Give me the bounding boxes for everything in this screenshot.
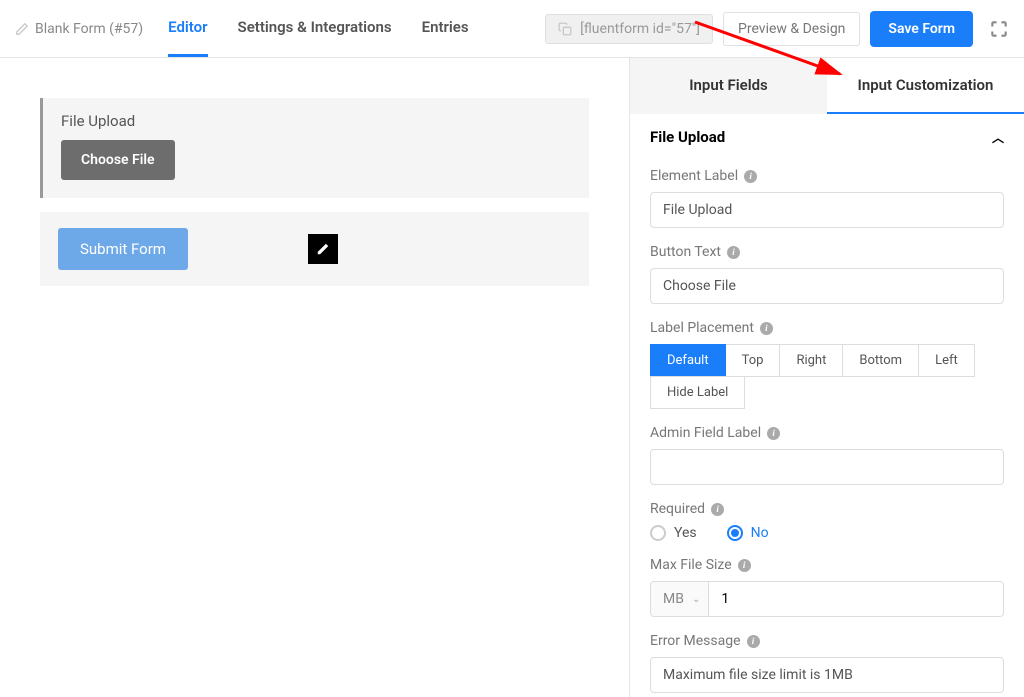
choose-file-button[interactable]: Choose File: [61, 140, 175, 180]
shortcode-text: [fluentform id="57"]: [580, 21, 700, 37]
shortcode-box[interactable]: [fluentform id="57"]: [545, 14, 713, 44]
placement-default[interactable]: Default: [650, 344, 726, 377]
info-icon[interactable]: i: [727, 246, 740, 259]
fullscreen-icon[interactable]: [989, 19, 1009, 39]
info-icon[interactable]: i: [767, 427, 780, 440]
copy-icon: [558, 22, 572, 36]
edit-element-button[interactable]: [308, 234, 338, 264]
tab-settings[interactable]: Settings & Integrations: [238, 0, 392, 57]
preview-button[interactable]: Preview & Design: [723, 12, 860, 46]
accordion-title: File Upload: [650, 128, 725, 146]
info-icon[interactable]: i: [711, 503, 724, 516]
save-button[interactable]: Save Form: [870, 11, 973, 47]
error-msg-input[interactable]: [650, 657, 1004, 693]
button-text-lbl: Button Text: [650, 244, 721, 260]
info-icon[interactable]: i: [744, 170, 757, 183]
tab-editor[interactable]: Editor: [168, 0, 207, 57]
placement-hide[interactable]: Hide Label: [650, 376, 745, 409]
form-name[interactable]: Blank Form (#57): [15, 21, 143, 37]
info-icon[interactable]: i: [738, 559, 751, 572]
form-name-text: Blank Form (#57): [35, 21, 143, 37]
placement-left[interactable]: Left: [919, 344, 975, 377]
required-yes-label: Yes: [674, 525, 697, 541]
admin-label-lbl: Admin Field Label: [650, 425, 761, 441]
tab-entries[interactable]: Entries: [422, 0, 469, 57]
pencil-icon: [316, 242, 330, 256]
placement-top[interactable]: Top: [726, 344, 781, 377]
required-yes[interactable]: Yes: [650, 525, 697, 541]
submit-row[interactable]: Submit Form: [40, 212, 589, 286]
pencil-icon: [15, 22, 29, 36]
element-label-input[interactable]: [650, 192, 1004, 228]
size-unit-text: MB: [663, 591, 684, 607]
size-value-input[interactable]: [709, 581, 1004, 617]
file-upload-field[interactable]: File Upload Choose File: [40, 98, 589, 198]
submit-button[interactable]: Submit Form: [58, 228, 188, 270]
max-size-lbl: Max File Size: [650, 557, 732, 573]
size-unit-select[interactable]: MB ⌄: [650, 581, 709, 617]
placement-bottom[interactable]: Bottom: [843, 344, 919, 377]
required-lbl: Required: [650, 501, 705, 517]
required-no[interactable]: No: [727, 525, 769, 541]
form-canvas: File Upload Choose File Submit Form: [0, 58, 629, 697]
tab-input-customization[interactable]: Input Customization: [827, 58, 1024, 114]
radio-icon: [727, 525, 743, 541]
chevron-up-icon: ︿: [992, 129, 1004, 146]
label-placement-lbl: Label Placement: [650, 320, 754, 336]
field-label: File Upload: [61, 112, 571, 130]
info-icon[interactable]: i: [760, 322, 773, 335]
required-no-label: No: [751, 525, 769, 541]
admin-label-input[interactable]: [650, 449, 1004, 485]
info-icon[interactable]: i: [747, 635, 760, 648]
radio-icon: [650, 525, 666, 541]
placement-right[interactable]: Right: [780, 344, 843, 377]
chevron-down-icon: ⌄: [692, 594, 700, 605]
accordion-file-upload[interactable]: File Upload ︿: [630, 114, 1024, 160]
element-label-lbl: Element Label: [650, 168, 738, 184]
error-msg-lbl: Error Message: [650, 633, 741, 649]
button-text-input[interactable]: [650, 268, 1004, 304]
tab-input-fields[interactable]: Input Fields: [630, 58, 827, 114]
